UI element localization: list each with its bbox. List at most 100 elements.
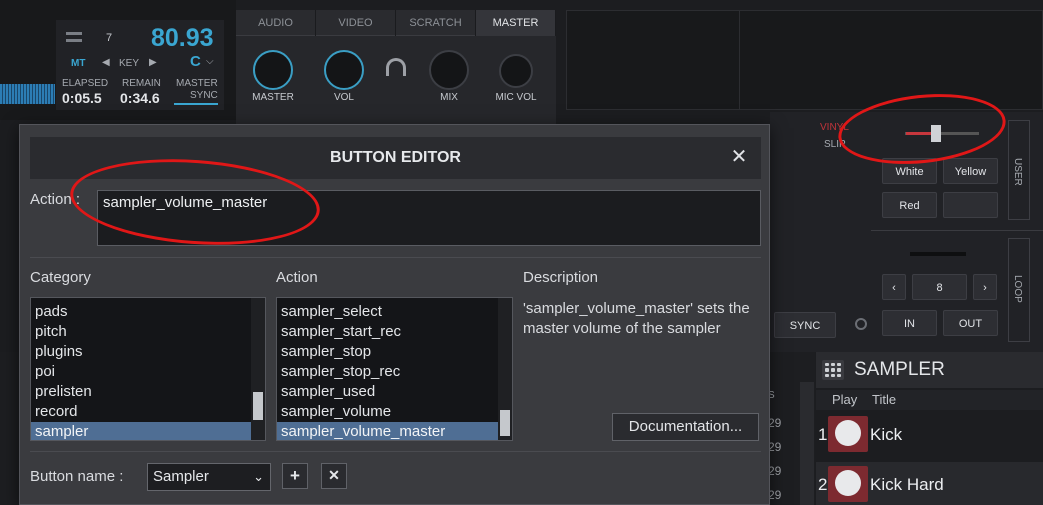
master-knob[interactable] xyxy=(253,50,293,90)
sampler-row[interactable]: 2 Kick Hard xyxy=(816,462,1043,505)
mix-knob[interactable] xyxy=(429,50,469,90)
col-play[interactable]: Play xyxy=(832,392,857,407)
drum-icon[interactable] xyxy=(828,416,868,452)
mixer-panel: MASTER VOL MIX MIC VOL xyxy=(236,36,556,128)
panel-divider xyxy=(739,11,740,109)
row-time-2: 29 xyxy=(768,440,782,454)
deck-layout-icon[interactable] xyxy=(66,32,82,42)
category-list[interactable]: pads pitch plugins poi prelisten record … xyxy=(30,297,266,441)
action-list-header: Action xyxy=(276,269,318,286)
loop-slot xyxy=(910,252,966,256)
deck-info-panel: 7 80.93 MT ◀ KEY ▶ C ⌵ ELAPSED 0:05.5 RE… xyxy=(56,20,224,110)
mic-vol-label: MIC VOL xyxy=(495,92,537,103)
grid-icon[interactable] xyxy=(822,360,844,380)
tab-video[interactable]: VIDEO xyxy=(316,10,396,36)
sync-label: SYNC xyxy=(190,90,218,101)
waveform[interactable] xyxy=(0,84,55,104)
tab-scratch[interactable]: SCRATCH xyxy=(396,10,476,36)
action-scrollbar[interactable] xyxy=(498,298,512,440)
chevron-down-icon[interactable]: ⌵ xyxy=(206,56,214,67)
video-preview-panel xyxy=(566,10,1043,110)
elapsed-label: ELAPSED xyxy=(62,78,109,89)
list-item[interactable]: sampler_volume xyxy=(277,402,512,422)
loop-double-button[interactable]: › xyxy=(973,274,997,300)
sampler-row-title: Kick Hard xyxy=(870,475,944,494)
vol-knob-label: VOL xyxy=(333,92,354,103)
loop-size[interactable]: 8 xyxy=(912,274,967,300)
action-list[interactable]: sampler_select sampler_start_rec sampler… xyxy=(276,297,513,441)
mic-vol-knob[interactable] xyxy=(499,54,533,88)
button-name-select[interactable]: Sampler ⌄ xyxy=(147,463,271,491)
sampler-row-title: Kick xyxy=(870,425,903,444)
sampler-header: SAMPLER xyxy=(816,352,1043,388)
sampler-columns: Play Title xyxy=(816,390,1043,410)
sampler-row[interactable]: 1 Kick xyxy=(816,412,1043,456)
list-item[interactable]: sampler_stop xyxy=(277,342,512,362)
drum-icon[interactable] xyxy=(828,466,868,502)
list-item[interactable]: sampler_start_rec xyxy=(277,322,512,342)
list-item[interactable]: sampler_stop_rec xyxy=(277,362,512,382)
sampler-row-num: 1 xyxy=(818,425,828,444)
tab-master[interactable]: MASTER xyxy=(476,10,556,36)
pad-yellow[interactable]: Yellow xyxy=(943,158,998,184)
mixer-tabs: AUDIO VIDEO SCRATCH MASTER xyxy=(236,10,556,36)
master-label: MASTER xyxy=(176,78,218,89)
key-label: KEY xyxy=(119,58,140,69)
list-item[interactable]: sampler_used xyxy=(277,382,512,402)
list-item-selected[interactable]: sampler_volume_master xyxy=(277,422,512,440)
documentation-button[interactable]: Documentation... xyxy=(612,413,759,441)
remove-button[interactable]: ✕ xyxy=(321,463,347,489)
key-value[interactable]: C xyxy=(190,53,201,70)
mix-knob-label: MIX xyxy=(440,92,458,103)
remain-label: REMAIN xyxy=(122,78,161,89)
close-icon[interactable]: ✕ xyxy=(729,147,749,167)
divider xyxy=(30,257,761,258)
elapsed-time: 0:05.5 xyxy=(62,90,102,106)
remain-time: 0:34.6 xyxy=(120,90,160,106)
row-time-3: 29 xyxy=(768,464,782,478)
mt-button[interactable]: MT xyxy=(71,58,85,69)
list-item[interactable]: plugins xyxy=(31,342,265,362)
pad-empty[interactable] xyxy=(943,192,998,218)
vol-knob[interactable] xyxy=(324,50,364,90)
add-button[interactable]: + xyxy=(282,463,308,489)
list-item-selected[interactable]: sampler xyxy=(31,422,265,440)
list-item[interactable]: poi xyxy=(31,362,265,382)
loop-halve-button[interactable]: ‹ xyxy=(882,274,906,300)
loop-label: LOOP xyxy=(1012,275,1023,303)
key-number: 7 xyxy=(106,32,113,44)
list-item[interactable]: prelisten xyxy=(31,382,265,402)
sync-indicator xyxy=(174,103,218,105)
button-name-value: Sampler xyxy=(153,468,209,485)
category-header: Category xyxy=(30,269,91,286)
key-up-icon[interactable]: ▶ xyxy=(149,57,157,68)
sampler-title: SAMPLER xyxy=(854,359,945,380)
user-label: USER xyxy=(1012,158,1023,186)
description-text: 'sampler_volume_master' sets the master … xyxy=(523,300,750,337)
divider xyxy=(30,451,761,452)
sampler-row-num: 2 xyxy=(818,475,828,494)
row-time-1: 29 xyxy=(768,416,782,430)
col-title[interactable]: Title xyxy=(872,392,896,407)
row-time-4: 29 xyxy=(768,488,782,502)
master-knob-label: MASTER xyxy=(252,92,294,103)
loop-out-button[interactable]: OUT xyxy=(943,310,998,336)
section-divider xyxy=(871,230,1043,231)
headphones-icon[interactable] xyxy=(386,58,406,76)
key-down-icon[interactable]: ◀ xyxy=(102,57,110,68)
pad-red[interactable]: Red xyxy=(882,192,937,218)
sync-button[interactable]: SYNC xyxy=(774,312,836,338)
description-header: Description xyxy=(523,269,599,286)
browser-scrollbar[interactable] xyxy=(800,382,814,505)
list-item[interactable]: pads xyxy=(31,302,265,322)
list-item[interactable]: pitch xyxy=(31,322,265,342)
tab-audio[interactable]: AUDIO xyxy=(236,10,316,36)
gear-icon[interactable] xyxy=(855,318,867,330)
list-item[interactable]: sampler_select xyxy=(277,302,512,322)
bpm-display: 80.93 xyxy=(151,24,214,52)
chevron-down-icon: ⌄ xyxy=(253,469,264,484)
category-scrollbar[interactable] xyxy=(251,298,265,440)
button-name-label: Button name : xyxy=(30,468,124,485)
list-item[interactable]: record xyxy=(31,402,265,422)
loop-in-button[interactable]: IN xyxy=(882,310,937,336)
